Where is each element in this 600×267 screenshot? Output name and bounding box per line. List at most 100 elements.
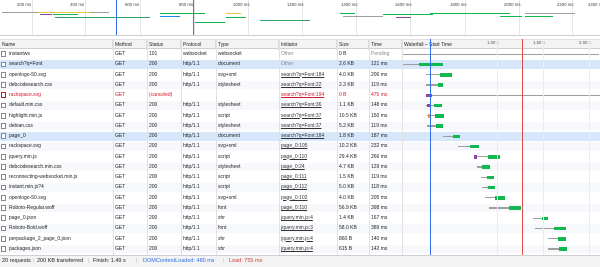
cell-time: 266 ms xyxy=(371,153,388,160)
waterfall-download-bar xyxy=(509,206,521,210)
cell-initiator[interactable]: jquery.min.js:4 xyxy=(279,245,337,254)
overview-request-bar xyxy=(343,16,383,18)
file-icon xyxy=(1,205,6,211)
cell-status: 101 xyxy=(149,51,158,57)
table-row[interactable]: debcodesearch.min.css GET 200 http/1.1 style… xyxy=(0,162,600,172)
cell-status: 200 xyxy=(149,174,158,180)
cell-status: 200 xyxy=(149,215,158,221)
cell-initiator[interactable]: page_0:102 xyxy=(279,194,337,203)
cell-type: xhr xyxy=(218,215,225,221)
column-size[interactable]: Size xyxy=(337,40,369,50)
column-time[interactable]: Time xyxy=(369,40,402,50)
table-row[interactable]: search?q=Font GET 200 http/1.1 document Other… xyxy=(0,60,600,69)
table-row[interactable]: debian.css GET 200 http/1.1 stylesheet search… xyxy=(0,121,600,131)
cell-initiator[interactable]: search?q=Font:184 xyxy=(279,132,337,141)
cell-initiator[interactable]: search?q=Font:37 xyxy=(279,122,337,131)
cell-name: reconnecting-websocket.min.js xyxy=(9,174,78,180)
table-row[interactable]: perpackage_2_page_0.json GET 200 http/1.1 xh… xyxy=(0,235,600,244)
cell-status: 200 xyxy=(149,245,158,252)
cell-type: svg+xml xyxy=(218,194,237,201)
cell-status: 200 xyxy=(149,235,158,242)
cell-initiator[interactable]: search?q=Font:37 xyxy=(279,112,337,121)
file-icon xyxy=(1,164,6,170)
table-row[interactable]: debcodesearch.css GET 200 http/1.1 styleshee… xyxy=(0,80,600,90)
overview-tick-label: 400 ms xyxy=(70,2,85,7)
cell-initiator[interactable]: jquery.min.js:4 xyxy=(279,235,337,244)
table-row[interactable]: page_0 GET 200 http/1.1 document search?q=Fon… xyxy=(0,132,600,141)
cell-type: xhr xyxy=(218,235,225,242)
cell-method: GET xyxy=(115,215,126,221)
cell-initiator[interactable]: page_0:110 xyxy=(279,153,337,162)
column-waterfall[interactable]: Waterfall – Start Time xyxy=(402,40,600,50)
cell-size: 1.4 KB xyxy=(339,215,355,221)
column-protocol[interactable]: Protocol xyxy=(181,40,216,50)
table-row[interactable]: highlight.min.js GET 200 http/1.1 script sear… xyxy=(0,112,600,121)
waterfall-waiting-bar xyxy=(443,135,453,137)
cell-initiator[interactable]: search?q=Font:36 xyxy=(279,101,337,110)
table-row[interactable]: instant.min.js?4 GET 200 http/1.1 script page… xyxy=(0,183,600,192)
cell-protocol: http/1.1 xyxy=(183,61,200,68)
cell-protocol: http/1.1 xyxy=(183,81,200,88)
cell-status: 200 xyxy=(149,194,158,201)
table-row[interactable]: rackspace.svg GET 200 http/1.1 svg+xml page_0… xyxy=(0,142,600,151)
column-separator[interactable] xyxy=(402,39,403,255)
waterfall-waiting-bar xyxy=(426,84,438,86)
cell-name: packages.json xyxy=(9,245,41,252)
cell-name: openlogo-50.svg xyxy=(9,194,46,201)
cell-time: Pending xyxy=(371,51,390,57)
table-row[interactable]: Roboto-Regular.woff GET 200 http/1.1 font pag… xyxy=(0,203,600,213)
cell-size: 2.3 KB xyxy=(339,81,355,88)
waterfall-download-bar xyxy=(488,185,495,190)
cell-type: font xyxy=(218,204,227,211)
cell-protocol xyxy=(181,91,216,100)
column-separator[interactable] xyxy=(113,39,114,255)
cell-type: script xyxy=(218,112,230,119)
column-separator[interactable] xyxy=(279,39,280,255)
cell-size: 2.6 KB xyxy=(339,61,355,68)
cell-size: 29.4 KB xyxy=(339,153,357,160)
waterfall-download-bar xyxy=(453,134,460,139)
column-type[interactable]: Type xyxy=(216,40,279,50)
column-initiator[interactable]: Initiator xyxy=(279,40,337,50)
cell-initiator[interactable]: page_0:112 xyxy=(279,183,337,192)
waterfall-download-bar xyxy=(435,114,444,118)
table-row[interactable]: openlogo-50.svg GET 200 http/1.1 svg+xml sear… xyxy=(0,71,600,80)
column-status[interactable]: Status xyxy=(147,40,181,50)
file-icon xyxy=(1,82,6,88)
table-row[interactable]: page_0.json GET 200 http/1.1 xhr jquery.min.j… xyxy=(0,214,600,223)
table-row[interactable]: packages.json GET 200 http/1.1 xhr jquery.min… xyxy=(0,244,600,254)
cell-initiator[interactable]: search?q=Font:22 xyxy=(279,81,337,90)
cell-initiator[interactable]: page_0:24 xyxy=(279,163,337,172)
table-row[interactable]: jquery.min.js GET 200 http/1.1 script page_0:… xyxy=(0,153,600,162)
cell-size: 1.5 KB xyxy=(339,174,355,180)
cell-initiator[interactable]: search?q=Font:184 xyxy=(279,71,337,80)
table-row[interactable]: Roboto-Bold.woff GET 200 http/1.1 font jquery… xyxy=(0,224,600,233)
cell-initiator[interactable]: page_0:111 xyxy=(279,173,337,182)
overview-request-bar xyxy=(340,13,355,15)
cell-status: 200 xyxy=(149,122,158,129)
column-separator[interactable] xyxy=(181,39,182,255)
cell-initiator[interactable]: jquery.min.js:3 xyxy=(279,224,337,233)
column-method[interactable]: Method xyxy=(113,40,147,50)
cell-type xyxy=(216,91,279,100)
cell-status: 200 xyxy=(149,102,158,109)
column-separator[interactable] xyxy=(147,39,148,255)
column-separator[interactable] xyxy=(337,39,338,255)
table-row[interactable]: reconnecting-websocket.min.js GET 200 http/… xyxy=(0,173,600,182)
overview-request-bar xyxy=(396,17,411,19)
table-row[interactable]: default.min.css GET 200 http/1.1 stylesheet s… xyxy=(0,101,600,110)
cell-initiator[interactable]: page_0:105 xyxy=(279,142,337,151)
cell-method: GET xyxy=(115,92,126,98)
column-separator[interactable] xyxy=(369,39,370,255)
cell-initiator[interactable]: search?q=Font:194 xyxy=(279,91,337,100)
cell-initiator[interactable]: page_0:110 xyxy=(279,204,337,213)
overview-timeline[interactable]: 200 ms 400 ms 600 ms 800 ms 1000 ms 1200 ms 14… xyxy=(0,0,600,36)
column-separator[interactable] xyxy=(216,39,217,255)
cell-initiator[interactable]: jquery.min.js:4 xyxy=(279,214,337,223)
cell-protocol: http/1.1 xyxy=(183,174,200,180)
table-row[interactable]: rackspace.svg GET (canceled) search?q=Font:… xyxy=(0,91,600,100)
table-row[interactable]: instantws GET 101 websocket websocket Other 0 … xyxy=(0,50,600,59)
column-name[interactable]: Name xyxy=(0,40,113,50)
cell-protocol: http/1.1 xyxy=(183,245,200,252)
table-row[interactable]: openlogo-50.svg GET 200 http/1.1 svg+xml page… xyxy=(0,194,600,203)
